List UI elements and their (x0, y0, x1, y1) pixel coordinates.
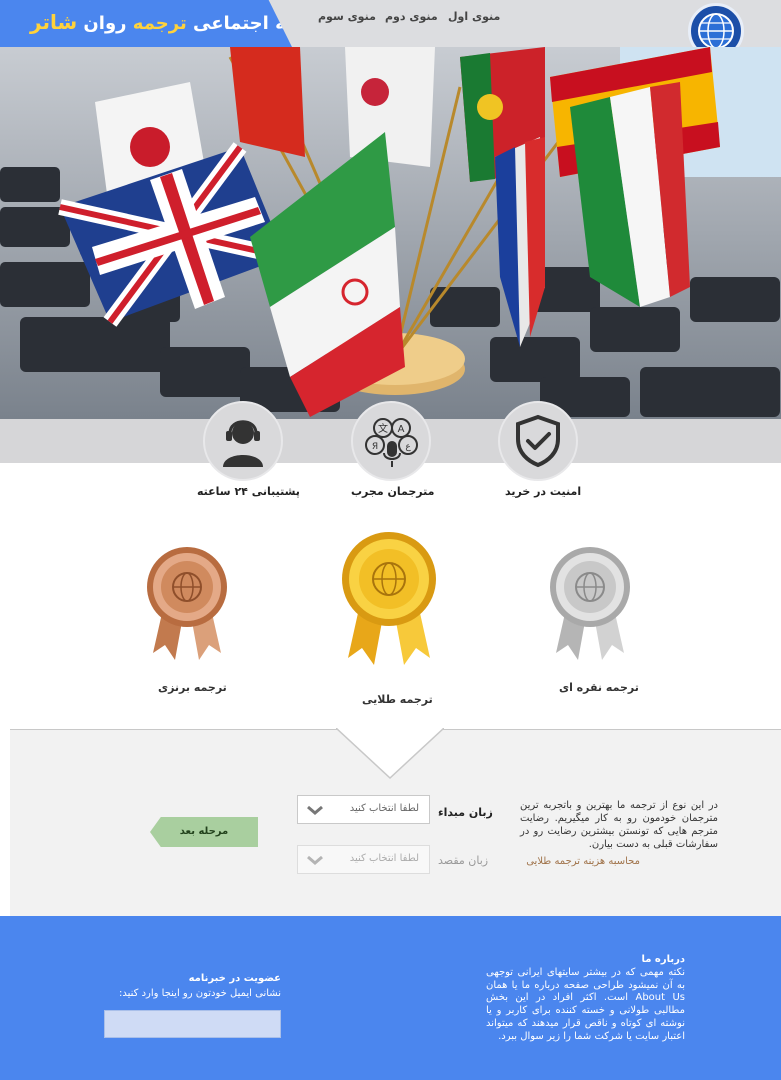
svg-text:ع: ع (405, 442, 411, 452)
target-language-value: لطفا انتخاب کنید (349, 853, 419, 864)
menu-item-3[interactable]: منوی سوم (318, 10, 376, 23)
feature-security (498, 401, 578, 481)
bronze-medal[interactable] (145, 545, 229, 665)
bronze-medal-label: ترجمه برنزی (158, 681, 227, 694)
svg-text:Я: Я (372, 442, 378, 452)
chevron-down-icon (307, 855, 323, 865)
gold-medal-label: ترجمه طلایی (362, 693, 433, 706)
feature-security-label: امنیت در خرید (505, 485, 582, 498)
gold-translation-description: در این نوع از ترجمه ما بهترین و باتجربه … (520, 800, 718, 850)
target-language-select[interactable]: لطفا انتخاب کنید (297, 845, 430, 874)
brand-banner[interactable]: شبکه اجتماعی ترجمه روان شاتر (0, 0, 292, 47)
menu-item-1[interactable]: منوی اول (448, 10, 500, 23)
menu-item-2[interactable]: منوی دوم (385, 10, 438, 23)
feature-support (203, 401, 283, 481)
brand-part-4: شاتر (30, 10, 78, 34)
hero-banner (0, 47, 781, 419)
shield-check-icon (516, 414, 560, 468)
feature-support-label: پشتیبانی ۲۴ ساعته (197, 485, 300, 498)
next-step-button[interactable]: مرحله بعد (150, 817, 258, 847)
silver-medal-label: ترجمه نقره ای (559, 681, 639, 694)
hero-flags-illustration (0, 47, 781, 419)
source-language-select[interactable]: لطفا انتخاب کنید (297, 795, 430, 824)
feature-translators: 文 A Я ع (351, 401, 431, 481)
brand-part-2: ترجمه (132, 13, 187, 34)
silver-medal[interactable] (548, 545, 632, 665)
svg-text:文: 文 (378, 422, 388, 435)
about-us-title: درباره ما (641, 954, 686, 965)
chevron-down-icon (307, 805, 323, 815)
newsletter-title: عضویت در خبرنامه (188, 973, 281, 984)
source-language-value: لطفا انتخاب کنید (349, 803, 419, 814)
svg-text:A: A (398, 424, 405, 435)
newsletter-subtitle: نشانی ایمیل خودتون رو اینجا وارد کنید: (118, 988, 281, 999)
about-us-text: نکته مهمی که در بیشتر سایتهای ایرانی توج… (486, 967, 685, 1042)
feature-translators-label: مترجمان مجرب (351, 485, 435, 498)
silver-medal-icon (550, 547, 630, 660)
support-agent-icon (223, 420, 263, 467)
bronze-medal-icon (147, 547, 227, 660)
newsletter-email-input[interactable] (104, 1010, 281, 1038)
gold-medal[interactable] (340, 530, 438, 670)
source-language-label: زبان مبداء (438, 806, 493, 819)
globe-logo-icon (698, 13, 734, 49)
target-language-label: زبان مقصد (438, 854, 489, 867)
translator-icon: 文 A Я ع (365, 418, 418, 467)
section-pointer-arrow (336, 728, 444, 780)
calc-cost-link[interactable]: محاسبه هزینه ترجمه طلایی (520, 856, 640, 867)
brand-part-3: روان (83, 13, 127, 34)
gold-medal-icon (342, 532, 436, 665)
